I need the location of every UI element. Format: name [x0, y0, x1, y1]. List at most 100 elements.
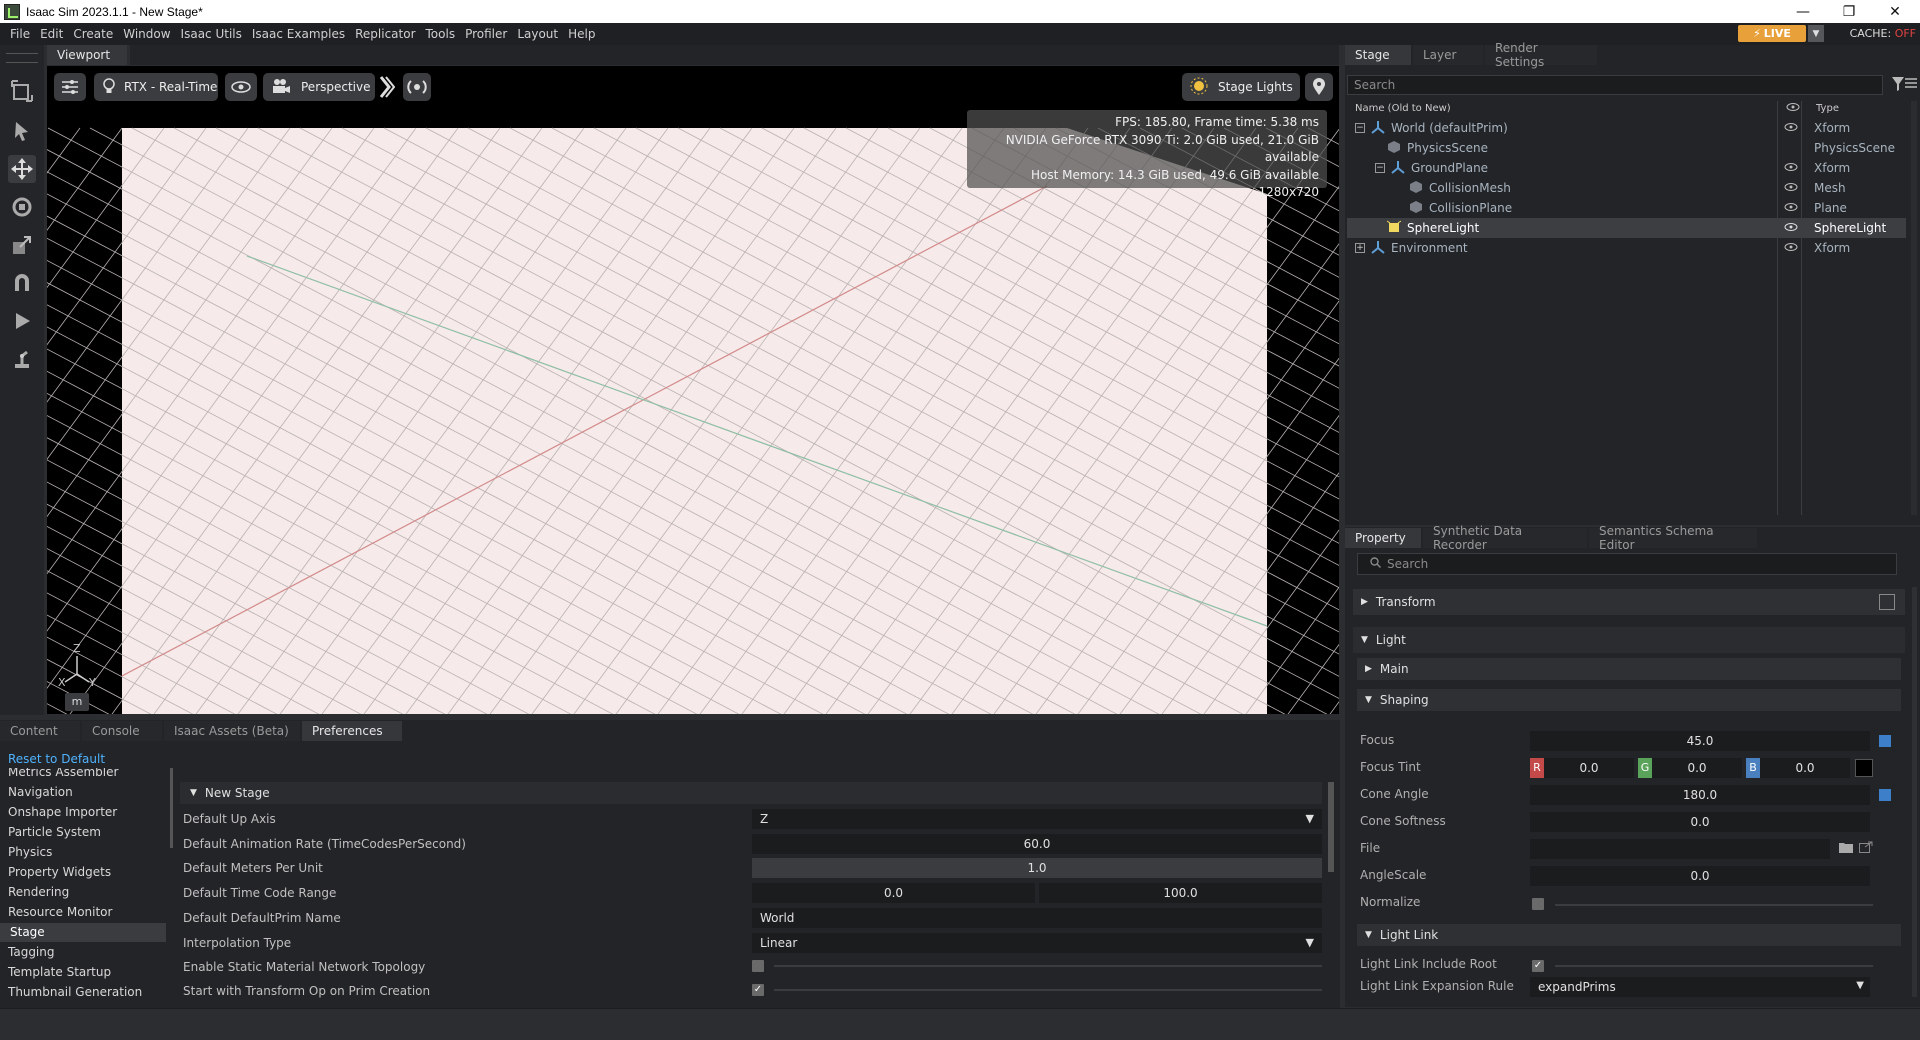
- collapse-icon[interactable]: −: [1375, 163, 1385, 173]
- rotate-tool[interactable]: [8, 193, 36, 221]
- stage-scrollbar[interactable]: [1911, 101, 1917, 515]
- open-file-icon[interactable]: [1859, 841, 1873, 856]
- nav-resource-monitor[interactable]: Resource Monitor: [8, 905, 112, 919]
- stage-lights-button[interactable]: Stage Lights: [1182, 73, 1300, 101]
- eye-icon[interactable]: [1784, 161, 1798, 175]
- nav-rendering[interactable]: Rendering: [8, 885, 69, 899]
- eye-icon[interactable]: [1784, 121, 1798, 135]
- angle-scale-field[interactable]: 0.0: [1530, 866, 1870, 886]
- select-mode-tool[interactable]: [8, 77, 36, 105]
- property-scrollbar[interactable]: [1912, 587, 1917, 997]
- filter-icon[interactable]: [1891, 76, 1905, 95]
- nav-stage[interactable]: Stage: [0, 923, 166, 942]
- tree-row-world[interactable]: − World (defaultPrim) Xform: [1347, 118, 1906, 138]
- section-shaping[interactable]: ▼ Shaping: [1357, 689, 1901, 711]
- anim-rate-field[interactable]: 60.0: [752, 834, 1322, 854]
- renderer-button[interactable]: RTX - Real-Time: [94, 73, 218, 101]
- file-path-field[interactable]: [1530, 839, 1830, 859]
- scale-tool[interactable]: [8, 231, 36, 259]
- expansion-rule-dropdown[interactable]: expandPrims ▼: [1530, 977, 1870, 997]
- menu-tools[interactable]: Tools: [421, 27, 461, 41]
- expand-icon[interactable]: +: [1355, 243, 1365, 253]
- select-tool[interactable]: [8, 117, 36, 145]
- tab-isaac-assets[interactable]: Isaac Assets (Beta): [164, 721, 300, 741]
- section-light-link[interactable]: ▼ Light Link: [1357, 924, 1901, 946]
- tree-row-environment[interactable]: + Environment Xform: [1347, 238, 1906, 258]
- tab-render-settings[interactable]: Render Settings: [1485, 41, 1597, 69]
- nav-template-startup[interactable]: Template Startup: [8, 965, 111, 979]
- menu-create[interactable]: Create: [68, 27, 118, 41]
- move-tool[interactable]: [8, 155, 36, 183]
- broadcast-button[interactable]: [403, 73, 431, 101]
- section-main[interactable]: ▶ Main: [1357, 658, 1901, 680]
- transform-settings-icon[interactable]: [1879, 594, 1895, 610]
- include-root-checkbox[interactable]: ✓: [1532, 960, 1544, 972]
- section-light[interactable]: ▼ Light: [1353, 627, 1905, 653]
- nav-physics[interactable]: Physics: [8, 845, 52, 859]
- live-button[interactable]: ⚡ LIVE: [1738, 25, 1806, 42]
- transform-op-checkbox[interactable]: ✓: [752, 984, 764, 996]
- nav-onshape-importer[interactable]: Onshape Importer: [8, 805, 117, 819]
- keyframe-indicator[interactable]: [1879, 789, 1891, 801]
- stage-search-input[interactable]: Search: [1347, 75, 1883, 95]
- eye-icon[interactable]: [1784, 181, 1798, 195]
- tree-row-collisionplane[interactable]: CollisionPlane Plane: [1347, 198, 1906, 218]
- play-button[interactable]: [8, 307, 36, 335]
- collapse-icon[interactable]: −: [1355, 123, 1365, 133]
- cone-softness-field[interactable]: 0.0: [1530, 812, 1870, 832]
- menu-replicator[interactable]: Replicator: [350, 27, 420, 41]
- reset-to-default-link[interactable]: Reset to Default: [8, 752, 105, 766]
- menu-isaac-examples[interactable]: Isaac Examples: [247, 27, 350, 41]
- minimize-button[interactable]: —: [1780, 0, 1826, 23]
- expand-toolbar-button[interactable]: [379, 73, 397, 101]
- tab-property[interactable]: Property: [1345, 528, 1421, 548]
- snap-tool[interactable]: [8, 269, 36, 297]
- eye-icon[interactable]: [1784, 221, 1798, 235]
- tree-row-collisionmesh[interactable]: CollisionMesh Mesh: [1347, 178, 1906, 198]
- nav-metrics-assembler[interactable]: Metrics Assembler: [8, 768, 118, 779]
- menu-icon[interactable]: [1905, 77, 1917, 92]
- menu-layout[interactable]: Layout: [512, 27, 563, 41]
- interpolation-dropdown[interactable]: Linear ▼: [752, 933, 1322, 953]
- tab-preferences[interactable]: Preferences: [302, 721, 402, 741]
- tab-stage[interactable]: Stage: [1345, 45, 1411, 65]
- section-new-stage[interactable]: ▼ New Stage: [180, 782, 1322, 804]
- tab-synthetic-data-recorder[interactable]: Synthetic Data Recorder: [1423, 524, 1587, 552]
- menu-profiler[interactable]: Profiler: [460, 27, 512, 41]
- default-prim-field[interactable]: World: [752, 908, 1322, 928]
- keyframe-indicator[interactable]: [1879, 735, 1891, 747]
- maximize-button[interactable]: ❐: [1826, 0, 1872, 23]
- visibility-button[interactable]: [225, 73, 257, 101]
- tint-b-field[interactable]: 0.0: [1760, 758, 1850, 778]
- location-button[interactable]: [1305, 73, 1333, 101]
- tree-row-groundplane[interactable]: − GroundPlane Xform: [1347, 158, 1906, 178]
- eye-icon[interactable]: [1784, 241, 1798, 255]
- close-button[interactable]: ✕: [1872, 0, 1918, 23]
- focus-field[interactable]: 45.0: [1530, 731, 1870, 751]
- folder-icon[interactable]: [1839, 841, 1853, 856]
- nav-thumbnail-generation[interactable]: Thumbnail Generation: [8, 985, 142, 999]
- menu-isaac-utils[interactable]: Isaac Utils: [176, 27, 247, 41]
- property-search-input[interactable]: Search: [1357, 553, 1897, 575]
- eye-icon[interactable]: [1784, 201, 1798, 215]
- tab-content[interactable]: Content: [0, 721, 80, 741]
- menu-edit[interactable]: Edit: [35, 27, 68, 41]
- mpu-field[interactable]: 1.0: [752, 858, 1322, 878]
- tint-color-swatch[interactable]: [1855, 759, 1873, 777]
- cone-angle-field[interactable]: 180.0: [1530, 785, 1870, 805]
- nav-scrollbar[interactable]: [170, 768, 173, 848]
- tab-viewport[interactable]: Viewport: [47, 45, 127, 65]
- tree-row-physicsscene[interactable]: PhysicsScene PhysicsScene: [1347, 138, 1906, 158]
- menu-file[interactable]: File: [5, 27, 35, 41]
- nav-property-widgets[interactable]: Property Widgets: [8, 865, 111, 879]
- tree-row-spherelight[interactable]: SphereLight SphereLight: [1347, 218, 1906, 238]
- time-code-end-field[interactable]: 100.0: [1039, 883, 1322, 903]
- normalize-checkbox[interactable]: [1532, 898, 1544, 910]
- tab-semantics-schema-editor[interactable]: Semantics Schema Editor: [1589, 524, 1757, 552]
- nav-tagging[interactable]: Tagging: [8, 945, 55, 959]
- tint-g-field[interactable]: 0.0: [1652, 758, 1742, 778]
- camera-button[interactable]: Perspective: [263, 73, 375, 101]
- section-transform[interactable]: ▶ Transform: [1353, 589, 1905, 615]
- menu-help[interactable]: Help: [563, 27, 600, 41]
- menu-window[interactable]: Window: [118, 27, 175, 41]
